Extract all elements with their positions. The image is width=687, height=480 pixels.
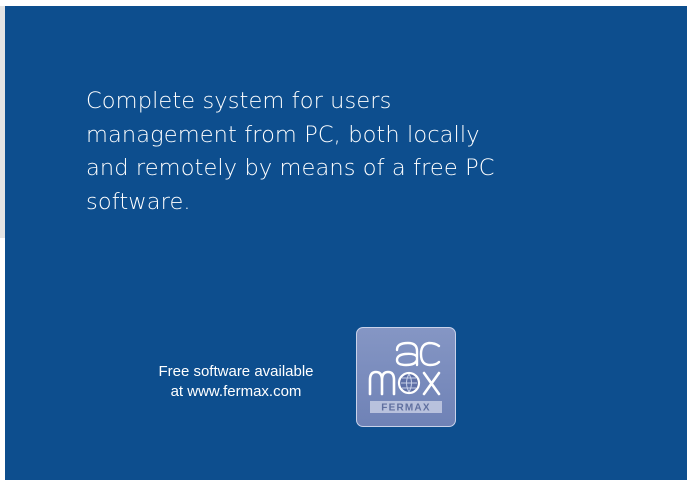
acmax-logo-icon: FERMAX (368, 341, 442, 414)
description-line: and remotely by means of a free PC (86, 155, 495, 181)
download-note: Free software available at www.fermax.co… (125, 362, 347, 402)
description-line: software. (86, 188, 191, 215)
acmax-app-icon: FERMAX (356, 327, 456, 427)
info-panel (5, 6, 687, 480)
feature-description: Complete system for users management fro… (86, 85, 606, 219)
brand-text: FERMAX (381, 403, 430, 414)
globe-icon (397, 371, 421, 395)
download-note-url: at www.fermax.com (170, 383, 302, 400)
description-line: management from PC, both locally (86, 121, 480, 148)
download-note-line: Free software available (158, 363, 314, 380)
description-line: Complete system for users (86, 88, 392, 114)
